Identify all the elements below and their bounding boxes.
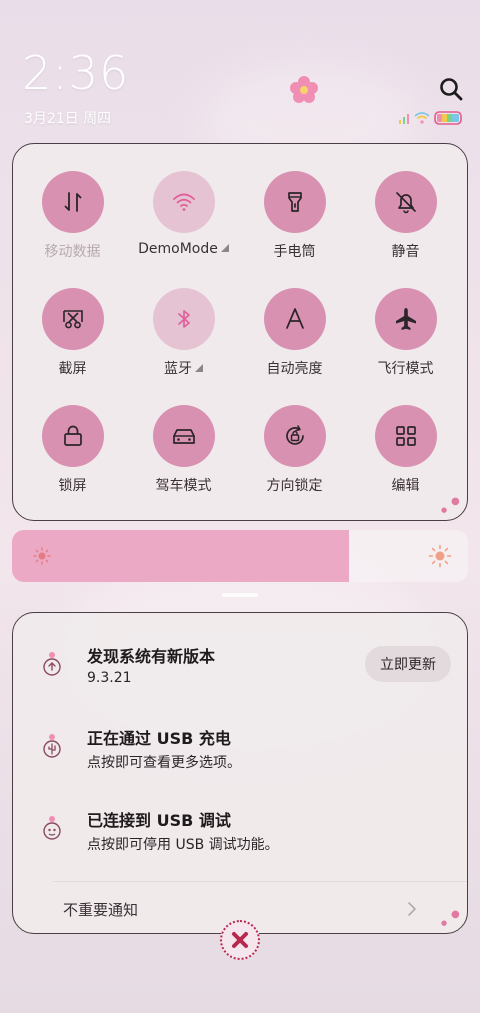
signal-icon: [399, 114, 409, 124]
tile-bluetooth[interactable]: 蓝牙: [128, 288, 239, 398]
tile-flashlight[interactable]: 手电筒: [239, 171, 350, 281]
notification-title: 已连接到 USB 调试: [87, 811, 231, 830]
tile-driving-label: 驾车模式: [155, 478, 212, 494]
date: 3月21日 周四: [24, 111, 112, 127]
tile-rotation-lock[interactable]: 方向锁定: [239, 405, 350, 515]
wifi-status-icon: [414, 112, 430, 124]
notification-title: 正在通过 USB 充电: [87, 729, 231, 748]
lock-icon: [63, 425, 82, 446]
clear-all-button[interactable]: [220, 920, 260, 960]
update-now-button[interactable]: 立即更新: [365, 646, 451, 682]
tile-mobile-data-button[interactable]: [41, 171, 104, 233]
tile-auto-brightness-button[interactable]: [263, 288, 326, 350]
scissors-icon: [62, 310, 83, 329]
rotation-lock-icon: [285, 425, 304, 445]
unimportant-notifications-link[interactable]: 不重要通知: [63, 899, 138, 920]
notification-usb-debug[interactable]: 已连接到 USB 调试 点按即可停用 USB 调试功能。: [13, 807, 467, 867]
tile-driving[interactable]: 驾车模式: [128, 405, 239, 515]
chevron-right-icon[interactable]: [405, 899, 419, 919]
usb-debug-icon: [43, 816, 61, 840]
brightness-fill: [12, 530, 350, 582]
tile-auto-brightness-label: 自动亮度: [266, 361, 323, 377]
tile-bluetooth-button[interactable]: [152, 288, 215, 350]
tile-airplane-button[interactable]: [374, 288, 437, 350]
tile-wifi-button[interactable]: [152, 171, 215, 233]
notification-usb-charging[interactable]: 正在通过 USB 充电 点按即可查看更多选项。: [13, 725, 467, 785]
tile-flashlight-label: 手电筒: [273, 244, 316, 260]
tile-screenshot[interactable]: 截屏: [17, 288, 128, 398]
notification-panel: 发现系统有新版本 9.3.21 立即更新 正在通过 USB 充电 点按即可查看更…: [12, 612, 468, 934]
tile-edit-button[interactable]: [374, 405, 437, 467]
car-icon: [172, 429, 195, 444]
data-transfer-icon: [64, 192, 81, 212]
tile-mute-label: 静音: [391, 244, 420, 260]
update-icon: [43, 652, 61, 676]
usb-charge-icon: [43, 734, 61, 758]
tile-wifi[interactable]: DemoMode: [128, 171, 239, 281]
notification-title: 发现系统有新版本: [87, 647, 216, 666]
paw-icon: ●: [451, 909, 460, 920]
system-icons: [398, 110, 464, 126]
notification-text: 9.3.21: [87, 670, 132, 686]
tile-wifi-label: DemoMode: [128, 241, 239, 257]
brightness-slider[interactable]: [12, 530, 468, 582]
clock: 2:36: [22, 46, 130, 100]
tile-mobile-data-label: 移动数据: [44, 244, 101, 260]
tile-screenshot-button[interactable]: [41, 288, 104, 350]
flower-icon: [290, 76, 318, 103]
divider: [53, 881, 467, 882]
paw-icon: ●: [451, 496, 460, 507]
tile-driving-button[interactable]: [152, 405, 215, 467]
bell-off-icon: [395, 192, 416, 214]
notification-text: 点按即可查看更多选项。: [87, 755, 241, 771]
bluetooth-icon: [177, 310, 190, 328]
paw-icon-small: ●: [441, 919, 448, 927]
tile-rotation-lock-button[interactable]: [263, 405, 326, 467]
tile-lock-screen[interactable]: 锁屏: [17, 405, 128, 515]
airplane-icon: [395, 308, 416, 330]
tile-flashlight-button[interactable]: [263, 171, 326, 233]
brightness-high-icon: [428, 544, 452, 568]
tile-bluetooth-label: 蓝牙: [128, 358, 239, 378]
drag-handle[interactable]: [222, 593, 258, 597]
tile-screenshot-label: 截屏: [58, 361, 87, 377]
notification-text: 点按即可停用 USB 调试功能。: [87, 837, 279, 853]
expand-triangle-icon[interactable]: [195, 364, 203, 372]
wifi-icon: [172, 193, 195, 211]
close-icon: [232, 932, 248, 948]
battery-icon: [434, 111, 462, 125]
tile-rotation-lock-label: 方向锁定: [266, 478, 323, 494]
letter-a-icon: [285, 308, 304, 329]
search-icon[interactable]: [438, 76, 464, 102]
brightness-low-icon: [33, 547, 51, 565]
status-bar: 2:36 3月21日 周四: [0, 0, 480, 140]
tile-airplane-label: 飞行模式: [377, 361, 434, 377]
quick-settings-panel: 移动数据 DemoMode 手电筒 静音 截屏 蓝牙 自动亮度 飞行模式 锁屏 …: [12, 143, 468, 521]
tile-mobile-data[interactable]: 移动数据: [17, 171, 128, 281]
tile-edit-label: 编辑: [391, 478, 420, 494]
tile-lock-screen-button[interactable]: [41, 405, 104, 467]
tile-lock-screen-label: 锁屏: [58, 478, 87, 494]
tile-edit[interactable]: 编辑: [350, 405, 461, 515]
tile-airplane[interactable]: 飞行模式: [350, 288, 461, 398]
paw-icon-small: ●: [441, 506, 448, 514]
tile-mute[interactable]: 静音: [350, 171, 461, 281]
tile-mute-button[interactable]: [374, 171, 437, 233]
expand-triangle-icon[interactable]: [220, 244, 229, 252]
grid-icon: [395, 426, 416, 446]
flashlight-icon: [287, 192, 302, 212]
tile-auto-brightness[interactable]: 自动亮度: [239, 288, 350, 398]
